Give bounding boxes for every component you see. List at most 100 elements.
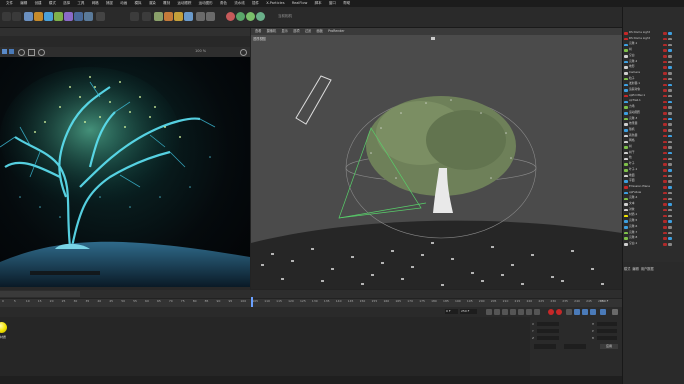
object-tag-icon[interactable] xyxy=(668,191,672,195)
redshift-render-icon[interactable] xyxy=(226,12,235,21)
object-row[interactable]: 树 xyxy=(624,47,684,52)
object-tag-icon[interactable] xyxy=(663,163,667,166)
render-view-icon[interactable] xyxy=(74,12,83,21)
object-tag-icon[interactable] xyxy=(668,72,672,75)
object-tag-icon[interactable] xyxy=(663,66,667,69)
object-row[interactable]: xpTrail.1 xyxy=(624,98,684,104)
key-rotation-icon[interactable] xyxy=(590,309,596,315)
viewport-menu-prorender[interactable]: ProRender xyxy=(328,28,344,35)
object-tag-icon[interactable] xyxy=(668,94,672,98)
frame-icon[interactable] xyxy=(28,49,35,56)
object-row[interactable]: 发射器.1 xyxy=(624,81,684,87)
attr-tab-userdata[interactable]: 用户数据 xyxy=(641,267,654,271)
menu-item-pipeline[interactable]: 流水线 xyxy=(234,0,245,7)
object-tag-icon[interactable] xyxy=(663,146,667,149)
object-row[interactable]: 材质.1 xyxy=(624,212,684,218)
object-row[interactable]: 克隆.2 xyxy=(624,59,684,64)
menu-item-tracking[interactable]: 运动跟踪 xyxy=(177,0,191,7)
menu-item-character[interactable]: 角色 xyxy=(220,0,227,7)
object-tag-icon[interactable] xyxy=(668,37,672,41)
object-row[interactable]: Emission Plane xyxy=(624,184,684,189)
object-tag-icon[interactable] xyxy=(668,197,672,201)
perspective-viewport[interactable] xyxy=(251,28,622,289)
object-tag-icon[interactable] xyxy=(668,140,672,144)
apply-button[interactable]: 应用 xyxy=(600,344,618,349)
object-row[interactable]: 枝 xyxy=(624,155,684,161)
object-row[interactable]: 克隆.1 xyxy=(624,41,684,47)
object-row[interactable]: 随机 xyxy=(624,127,684,132)
object-tag-icon[interactable] xyxy=(663,100,667,104)
object-tag-icon[interactable] xyxy=(663,243,667,246)
object-tag-icon[interactable] xyxy=(663,134,667,138)
camera-icon[interactable] xyxy=(196,12,205,21)
object-row[interactable]: Camera xyxy=(624,70,684,75)
object-row[interactable]: 效果器 xyxy=(624,121,684,126)
menu-item-select[interactable]: 选择 xyxy=(63,0,70,7)
render-settings-icon[interactable] xyxy=(96,12,105,21)
timeline-tab[interactable] xyxy=(0,291,80,297)
key-position-icon[interactable] xyxy=(574,309,580,315)
object-tag-icon[interactable] xyxy=(663,55,667,58)
cube-icon[interactable] xyxy=(130,12,139,21)
object-row[interactable]: 地面 xyxy=(624,173,684,178)
next-key-icon[interactable] xyxy=(526,309,532,315)
material-name[interactable]: 材质 xyxy=(0,335,6,339)
object-tag-icon[interactable] xyxy=(663,129,667,132)
prev-key-icon[interactable] xyxy=(494,309,500,315)
object-row[interactable]: 克隆.5 xyxy=(624,218,684,223)
object-tag-icon[interactable] xyxy=(668,49,672,52)
menu-item-tools[interactable]: 工具 xyxy=(77,0,84,7)
menu-item-file[interactable]: 文件 xyxy=(6,0,13,7)
object-tag-icon[interactable] xyxy=(663,237,667,240)
object-tag-icon[interactable] xyxy=(663,220,667,223)
menu-item-simulate[interactable]: 模拟 xyxy=(135,0,142,7)
object-tag-icon[interactable] xyxy=(663,203,667,206)
cloner-icon[interactable] xyxy=(164,12,173,21)
key-param-icon[interactable] xyxy=(600,309,606,315)
object-row[interactable]: 克隆.8 xyxy=(624,235,684,240)
object-tag-icon[interactable] xyxy=(663,226,667,229)
object-tag-icon[interactable] xyxy=(663,32,667,35)
object-tag-icon[interactable] xyxy=(663,197,667,201)
object-tag-icon[interactable] xyxy=(663,77,667,81)
panel-icon[interactable] xyxy=(2,49,7,54)
object-tag-icon[interactable] xyxy=(668,60,672,64)
menu-item-snap[interactable]: 捕捉 xyxy=(106,0,113,7)
object-tag-icon[interactable] xyxy=(663,43,667,47)
object-row[interactable]: 粒子 xyxy=(624,76,684,81)
object-tag-icon[interactable] xyxy=(668,186,672,189)
object-tag-icon[interactable] xyxy=(663,231,667,235)
coord-field-y[interactable] xyxy=(537,329,559,333)
object-tag-icon[interactable] xyxy=(668,214,672,218)
object-tag-icon[interactable] xyxy=(668,231,672,235)
object-tag-icon[interactable] xyxy=(663,49,667,52)
viewport-menu-camera[interactable]: 摄像机 xyxy=(267,28,277,35)
object-tag-icon[interactable] xyxy=(668,220,672,223)
record-key-icon[interactable] xyxy=(548,309,554,315)
go-to-start-icon[interactable] xyxy=(486,309,492,315)
object-tag-icon[interactable] xyxy=(668,237,672,240)
start-frame-field[interactable]: 0 F xyxy=(445,309,458,314)
object-row[interactable]: 运动图形 xyxy=(624,110,684,115)
object-tag-icon[interactable] xyxy=(668,43,672,47)
object-tag-icon[interactable] xyxy=(668,112,672,115)
object-row[interactable]: 网格 xyxy=(624,138,684,144)
object-row[interactable]: 叶子 xyxy=(624,161,684,166)
scale-tool-icon[interactable] xyxy=(44,12,53,21)
object-row[interactable]: 平面 xyxy=(624,178,684,183)
coord-field-z[interactable] xyxy=(537,336,559,340)
prev-frame-icon[interactable] xyxy=(502,309,508,315)
coord-field-b[interactable] xyxy=(597,336,617,340)
object-tag-icon[interactable] xyxy=(663,186,667,189)
object-tag-icon[interactable] xyxy=(663,123,667,126)
object-row[interactable]: 树干 xyxy=(624,150,684,155)
object-tag-icon[interactable] xyxy=(663,208,667,212)
object-row[interactable]: 克隆.6 xyxy=(624,224,684,229)
object-tag-icon[interactable] xyxy=(663,174,667,178)
go-to-end-icon[interactable] xyxy=(534,309,540,315)
menu-item-realflow[interactable]: RealFlow xyxy=(292,0,308,7)
object-tag-icon[interactable] xyxy=(663,214,667,218)
object-row[interactable]: 追踪对象 xyxy=(624,87,684,92)
object-tag-icon[interactable] xyxy=(663,89,667,92)
undo-icon[interactable] xyxy=(2,12,11,21)
